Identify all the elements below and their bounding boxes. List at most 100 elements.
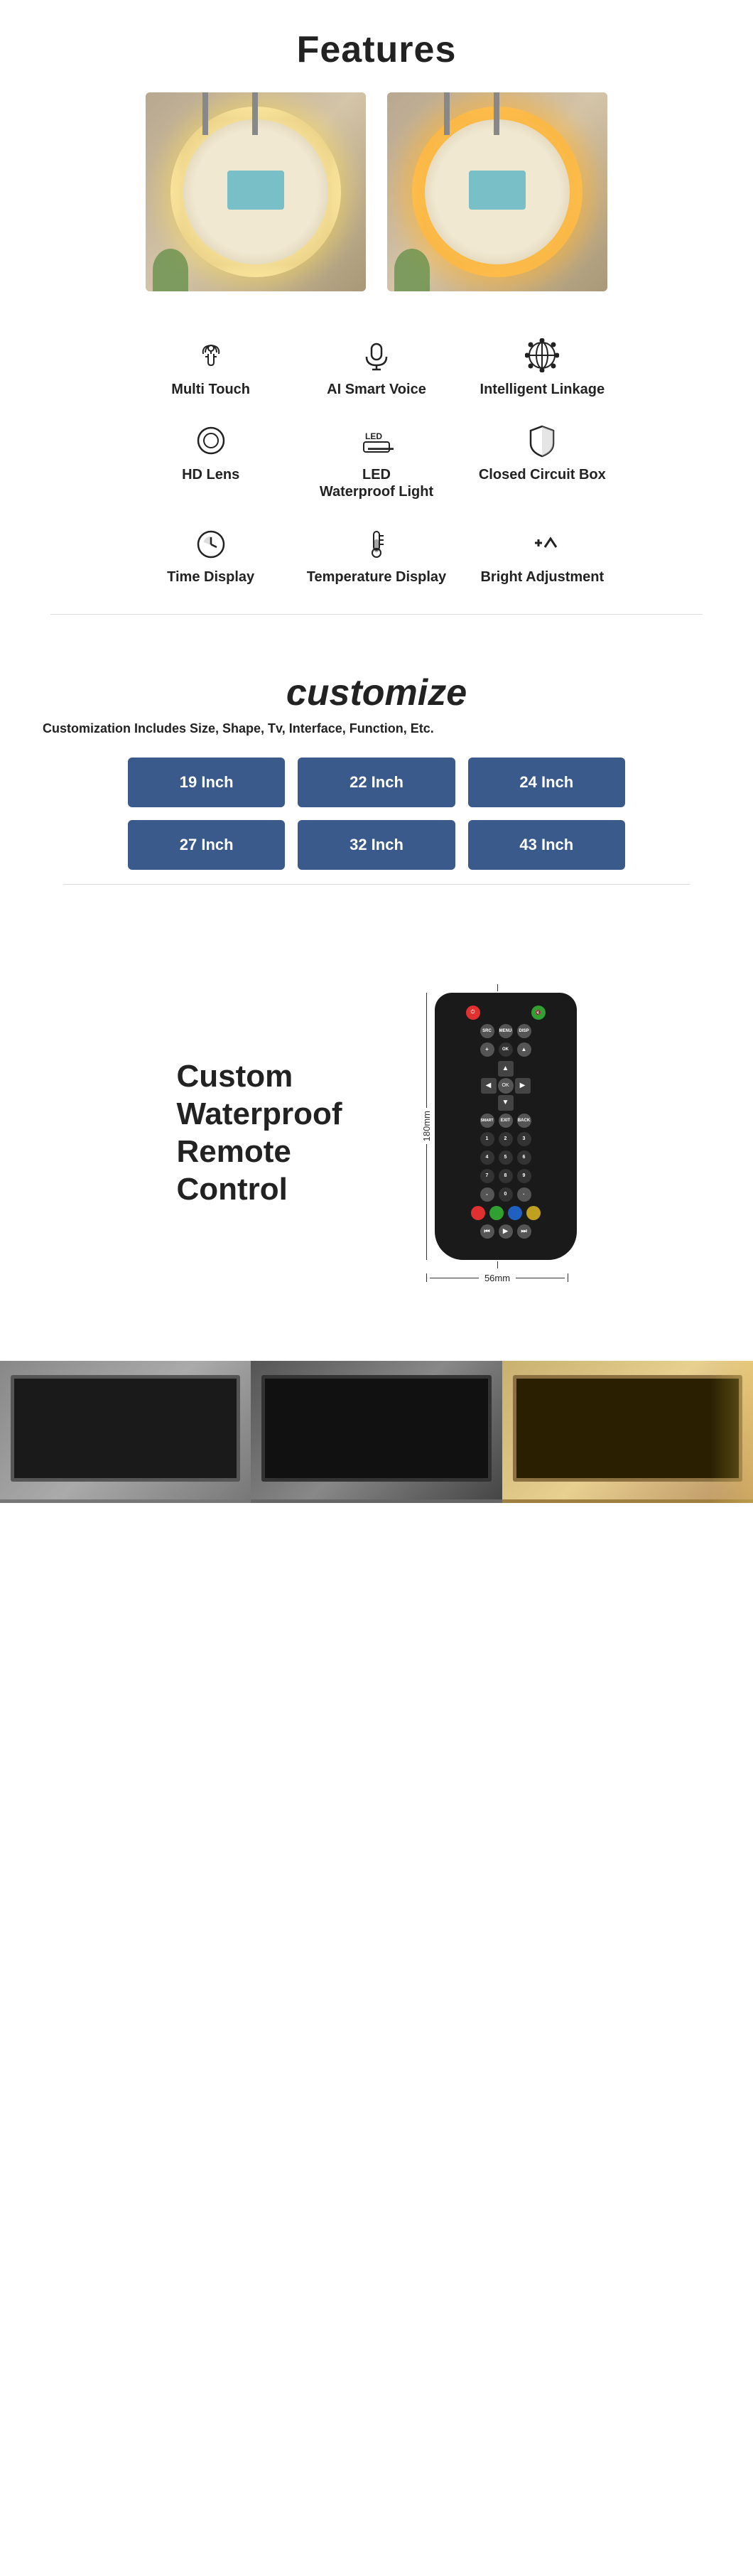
size-btn-19[interactable]: 19 Inch	[128, 758, 285, 807]
svg-text:LED: LED	[365, 431, 382, 441]
globe-gear-icon	[521, 334, 563, 377]
mirror-image-right	[387, 92, 607, 291]
dpad-up[interactable]: ▲	[498, 1061, 514, 1077]
section-divider-2	[63, 884, 690, 885]
num5-button[interactable]: 5	[499, 1150, 513, 1165]
num6-button[interactable]: 6	[517, 1150, 531, 1165]
customize-section: customize Customization Includes Size, S…	[0, 643, 753, 913]
size-btn-43[interactable]: 43 Inch	[468, 820, 625, 870]
feature-led-waterproof-label: LED Waterproof Light	[320, 466, 433, 500]
shield-icon	[521, 419, 563, 462]
mirror-images-row	[14, 92, 739, 291]
ok-button[interactable]: OK	[499, 1042, 513, 1057]
led-icon: LED ▬▬▬▬	[355, 419, 398, 462]
green-button[interactable]	[489, 1206, 504, 1220]
touch-icon	[190, 334, 232, 377]
dpad-empty-br	[515, 1095, 531, 1111]
remote-title: Custom Waterproof Remote Control	[177, 1058, 376, 1208]
power-button[interactable]: ⏻	[466, 1006, 480, 1020]
section-divider-1	[50, 614, 703, 615]
customize-subtitle: Customization Includes Size, Shape, Tv, …	[28, 721, 725, 736]
bottom-images-row	[0, 1361, 753, 1503]
remote-diagram: 180mm ⏻ 🔇 SRC MENU DISP	[418, 984, 577, 1283]
dpad-empty-tr	[515, 1061, 531, 1077]
feature-closed-circuit-box: Closed Circuit Box	[460, 412, 625, 507]
vol-up-button[interactable]: +	[480, 1042, 494, 1057]
back-button[interactable]: BACK	[517, 1114, 531, 1128]
feature-bright-adjustment: Bright Adjustment	[460, 514, 625, 593]
features-title: Features	[14, 28, 739, 71]
clock-icon	[190, 522, 232, 564]
num3-button[interactable]: 3	[517, 1132, 531, 1146]
smart-button[interactable]: SMART	[480, 1114, 494, 1128]
feature-intelligent-linkage: Intelligent Linkage	[460, 327, 625, 405]
feature-intelligent-linkage-label: Intelligent Linkage	[480, 381, 605, 398]
svg-text:▬▬▬▬: ▬▬▬▬	[368, 444, 394, 451]
mirror-image-left	[146, 92, 366, 291]
width-label: 56mm	[482, 1273, 513, 1283]
bottom-image-1	[0, 1361, 251, 1503]
width-measurement: 56mm	[426, 1273, 568, 1283]
lens-icon	[190, 419, 232, 462]
rewind-button[interactable]: ⏮	[480, 1224, 494, 1239]
height-label: 180mm	[421, 1111, 432, 1141]
features-grid: Multi Touch AI Smart Voice	[128, 320, 625, 600]
feature-temperature-display: Temperature Display	[293, 514, 459, 593]
bottom-image-3	[502, 1361, 753, 1503]
exit-button[interactable]: EXIT	[499, 1114, 513, 1128]
dpad-down[interactable]: ▼	[498, 1095, 514, 1111]
dpad-right[interactable]: ▶	[515, 1078, 531, 1094]
feature-closed-circuit-box-label: Closed Circuit Box	[479, 466, 606, 483]
num9-button[interactable]: 9	[517, 1169, 531, 1183]
feature-time-display: Time Display	[128, 514, 293, 593]
num8-button[interactable]: 8	[499, 1169, 513, 1183]
height-measurement: 180mm	[418, 993, 435, 1260]
dpad-center[interactable]: OK	[498, 1078, 514, 1094]
remote-section: Custom Waterproof Remote Control 180mm ⏻	[0, 913, 753, 1340]
blue-button[interactable]	[508, 1206, 522, 1220]
dpad-empty-bl	[481, 1095, 497, 1111]
mute-button[interactable]: 🔇	[531, 1006, 546, 1020]
size-btn-22[interactable]: 22 Inch	[298, 758, 455, 807]
num4-button[interactable]: 4	[480, 1150, 494, 1165]
num0-button[interactable]: 0	[499, 1187, 513, 1202]
remote-title-block: Custom Waterproof Remote Control	[177, 1058, 376, 1208]
ffwd-button[interactable]: ⏭	[517, 1224, 531, 1239]
thermometer-icon	[355, 522, 398, 564]
play-button[interactable]: ▶	[499, 1224, 513, 1239]
display-button[interactable]: DISP	[517, 1024, 531, 1038]
menu-button[interactable]: MENU	[499, 1024, 513, 1038]
remote-with-measurements: 180mm ⏻ 🔇 SRC MENU DISP	[418, 993, 577, 1260]
dpad-left[interactable]: ◀	[481, 1078, 497, 1094]
feature-bright-adjustment-label: Bright Adjustment	[480, 568, 604, 586]
num7-button[interactable]: 7	[480, 1169, 494, 1183]
remote-body: ⏻ 🔇 SRC MENU DISP + OK ▲	[435, 993, 577, 1260]
size-grid: 19 Inch 22 Inch 24 Inch 27 Inch 32 Inch …	[128, 758, 625, 870]
feature-led-waterproof: LED ▬▬▬▬ LED Waterproof Light	[293, 412, 459, 507]
size-btn-32[interactable]: 32 Inch	[298, 820, 455, 870]
brightness-icon	[521, 522, 563, 564]
dpad: ▲ ◀ OK ▶ ▼	[446, 1061, 565, 1111]
red-button[interactable]	[471, 1206, 485, 1220]
feature-multi-touch: Multi Touch	[128, 327, 293, 405]
ch-up-button[interactable]: ▲	[517, 1042, 531, 1057]
dash-button[interactable]: -	[480, 1187, 494, 1202]
size-btn-27[interactable]: 27 Inch	[128, 820, 285, 870]
source-button[interactable]: SRC	[480, 1024, 494, 1038]
feature-hd-lens-label: HD Lens	[182, 466, 239, 483]
num2-button[interactable]: 2	[499, 1132, 513, 1146]
feature-time-display-label: Time Display	[167, 568, 254, 586]
dot-button[interactable]: ·	[517, 1187, 531, 1202]
feature-ai-smart-voice-label: AI Smart Voice	[327, 381, 426, 398]
bottom-image-2	[251, 1361, 502, 1503]
feature-ai-smart-voice: AI Smart Voice	[293, 327, 459, 405]
yellow-button[interactable]	[526, 1206, 541, 1220]
features-section: Features	[0, 0, 753, 643]
dpad-empty-tl	[481, 1061, 497, 1077]
feature-multi-touch-label: Multi Touch	[171, 381, 250, 398]
feature-temperature-display-label: Temperature Display	[307, 568, 446, 586]
num1-button[interactable]: 1	[480, 1132, 494, 1146]
feature-hd-lens: HD Lens	[128, 412, 293, 507]
size-btn-24[interactable]: 24 Inch	[468, 758, 625, 807]
mic-icon	[355, 334, 398, 377]
